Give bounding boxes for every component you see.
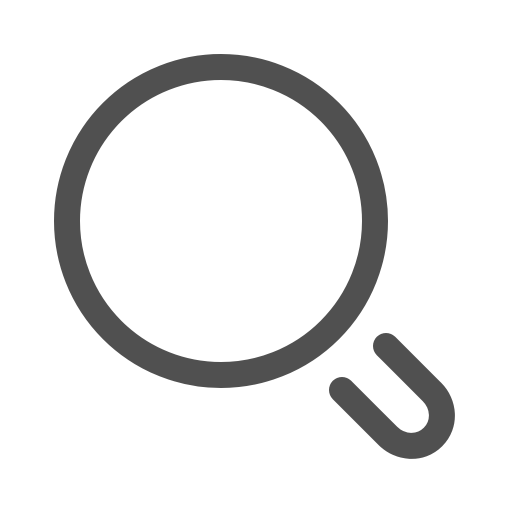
- magnifier-handle: [329, 333, 455, 459]
- magnifier-lens: [54, 54, 388, 388]
- search-icon: [0, 0, 512, 512]
- search-icon-graphic: [54, 54, 455, 459]
